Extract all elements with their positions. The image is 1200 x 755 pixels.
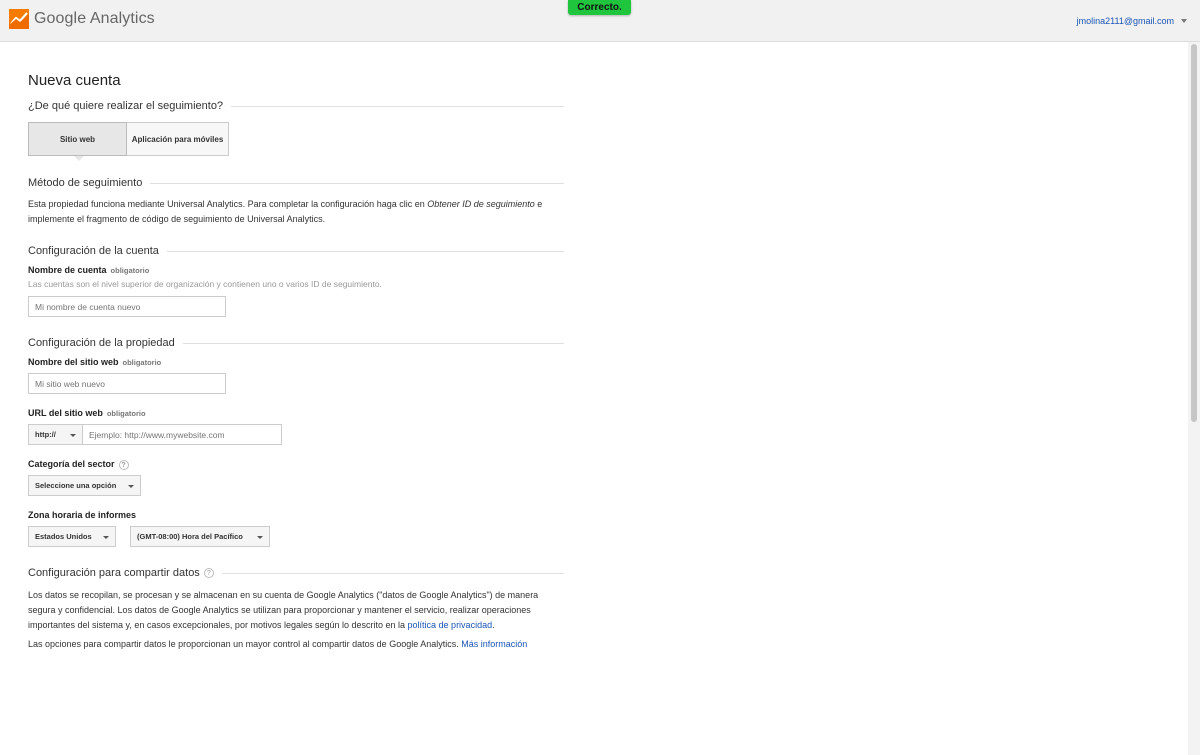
divider [182,342,564,344]
data-sharing-more: Las opciones para compartir datos le pro… [28,637,564,652]
tracking-method-heading: Método de seguimiento [28,177,564,189]
tab-mobile-app-label: Aplicación para móviles [131,134,224,144]
divider [166,250,564,252]
help-icon[interactable]: ? [203,568,214,578]
tracking-id-emphasis: Obtener ID de seguimiento [427,199,535,209]
site-url-input[interactable] [83,424,282,445]
timezone-select[interactable]: (GMT-08:00) Hora del Pacífico [130,526,270,547]
data-sharing-more-text: Las opciones para compartir datos le pro… [28,639,462,649]
tracking-method-description: Esta propiedad funciona mediante Univers… [28,197,564,227]
protocol-value: http:// [35,430,56,439]
user-menu-caret-icon[interactable] [1181,19,1187,23]
property-settings-heading: Configuración de la propiedad [28,337,564,349]
top-bar: Google Analytics Correcto. jmolina2111@g… [0,0,1200,42]
divider [150,182,564,184]
timezone-country-select[interactable]: Estados Unidos [28,526,116,547]
tracking-question-heading: ¿De qué quiere realizar el seguimiento? [28,100,564,112]
required-tag: obligatorio [110,266,150,275]
industry-category-value: Seleccione una opción [35,481,117,490]
tracking-type-toggle: Sitio web Aplicación para móviles [28,122,229,161]
scrollbar-thumb[interactable] [1191,44,1197,422]
vertical-scrollbar[interactable] [1188,42,1200,755]
protocol-select[interactable]: http:// [28,424,83,445]
chevron-down-icon [128,485,134,488]
divider [221,572,564,574]
site-name-input[interactable] [28,373,226,394]
site-url-label-text: URL del sitio web [28,408,103,418]
data-sharing-heading: Configuración para compartir datos? [28,567,564,579]
user-email-link[interactable]: jmolina2111@gmail.com [1077,16,1174,26]
account-name-hint: Las cuentas son el nivel superior de org… [28,279,382,289]
tab-mobile-app[interactable]: Aplicación para móviles [127,122,229,156]
privacy-policy-link[interactable]: política de privacidad [408,620,493,630]
analytics-logo-icon [9,9,29,29]
chevron-down-icon [103,536,109,539]
site-name-label-text: Nombre del sitio web [28,357,119,367]
tracking-method-text: Esta propiedad funciona mediante Univers… [28,199,428,209]
data-sharing-label: Configuración para compartir datos [28,567,200,579]
data-sharing-description: Los datos se recopilan, se procesan y se… [28,588,564,633]
site-name-label: Nombre del sitio web obligatorio [28,357,161,367]
brand-name: Google Analytics [34,10,155,27]
account-name-label-text: Nombre de cuenta [28,265,107,275]
site-url-label: URL del sitio web obligatorio [28,408,146,418]
reporting-timezone-label: Zona horaria de informes [28,510,137,520]
help-icon[interactable]: ? [118,459,129,470]
data-sharing-text-end: . [492,620,495,630]
chevron-down-icon [70,434,76,437]
timezone-country-value: Estados Unidos [35,532,92,541]
google-analytics-logo[interactable]: Google Analytics [9,9,155,29]
tracking-method-label: Método de seguimiento [28,177,143,189]
chevron-down-icon [257,536,263,539]
account-settings-label: Configuración de la cuenta [28,245,159,257]
industry-category-select[interactable]: Seleccione una opción [28,475,141,496]
selected-pointer [74,156,84,161]
tab-website[interactable]: Sitio web [28,122,127,161]
industry-category-label-text: Categoría del sector [28,459,115,469]
account-name-input[interactable] [28,296,226,317]
account-settings-heading: Configuración de la cuenta [28,245,564,257]
divider [231,105,564,107]
required-tag: obligatorio [122,358,162,367]
success-toast: Correcto. [568,0,631,15]
property-settings-label: Configuración de la propiedad [28,337,175,349]
account-name-label: Nombre de cuenta obligatorio [28,265,149,275]
page-title: Nueva cuenta [28,72,121,89]
industry-category-label: Categoría del sector? [28,459,129,470]
required-tag: obligatorio [106,409,146,418]
timezone-value: (GMT-08:00) Hora del Pacífico [137,532,243,541]
tab-website-label: Sitio web [59,134,96,144]
tracking-question-label: ¿De qué quiere realizar el seguimiento? [28,100,224,112]
more-info-link[interactable]: Más información [461,639,527,649]
